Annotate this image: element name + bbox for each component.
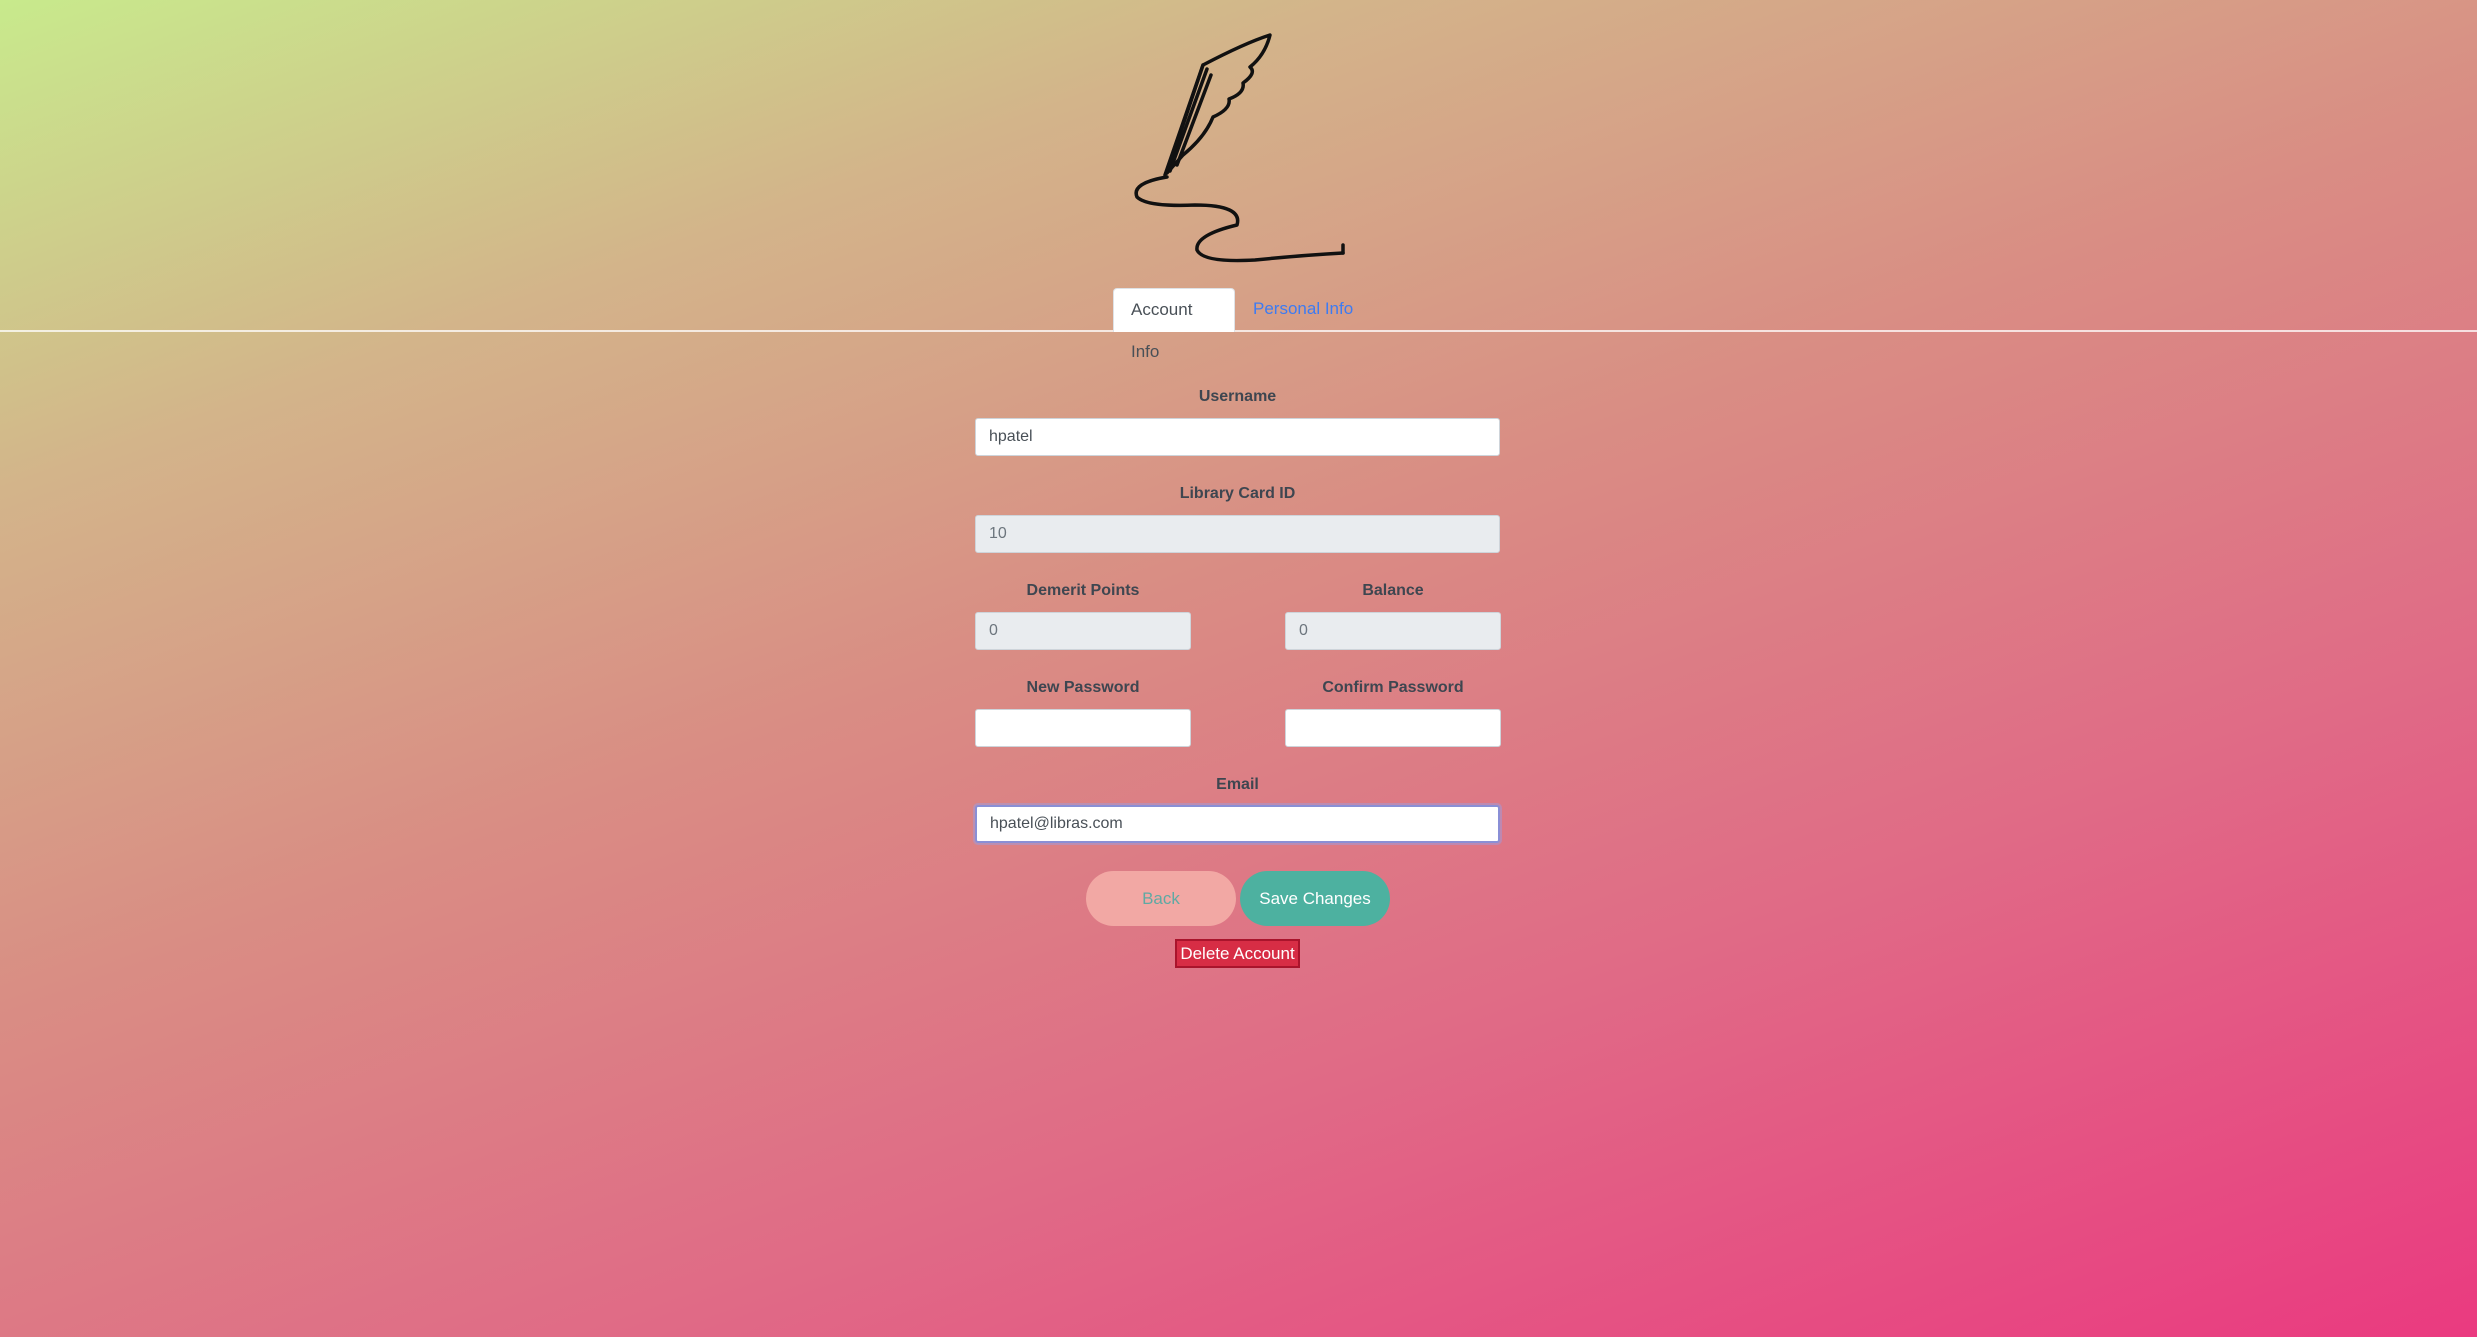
tab-personal-info[interactable]: Personal Info [1236,288,1386,330]
confirm-password-label: Confirm Password [1322,679,1464,696]
confirm-password-input[interactable] [1285,709,1501,747]
username-input[interactable]: hpatel [975,418,1500,456]
new-password-label: New Password [1026,679,1140,696]
demerit-points-input: 0 [975,612,1191,650]
tab-bar: Account Info Personal Info [0,288,2477,361]
back-button[interactable]: Back [1086,871,1236,926]
library-card-label: Library Card ID [1179,485,1296,502]
library-card-input: 10 [975,515,1500,553]
email-label: Email [1216,776,1259,793]
save-changes-button[interactable]: Save Changes [1240,871,1390,926]
tab-account-info[interactable]: Account Info [1113,288,1235,361]
balance-label: Balance [1362,582,1424,599]
demerit-points-label: Demerit Points [1026,582,1140,599]
balance-input: 0 [1285,612,1501,650]
new-password-input[interactable] [975,709,1191,747]
username-label: Username [1198,388,1277,405]
quill-pen-icon [1134,33,1345,263]
email-input[interactable]: hpatel@libras.com [975,805,1500,843]
delete-account-button[interactable]: Delete Account [1175,939,1300,968]
